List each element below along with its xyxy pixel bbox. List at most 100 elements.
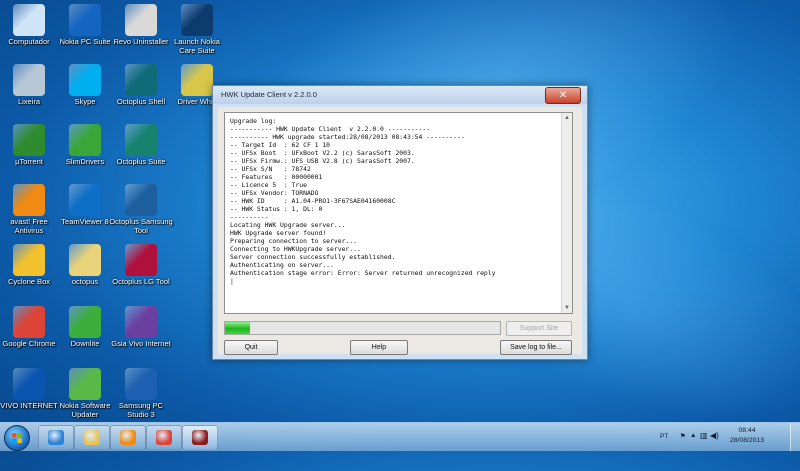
log-line: Server connection successfully establish… (230, 253, 396, 261)
desktop-icon-label: SlimDrivers (65, 157, 105, 166)
support-site-button[interactable]: Support Site (506, 321, 572, 336)
desktop-icon-computer[interactable]: Computador (0, 4, 61, 47)
desktop-icon-avast[interactable]: avast! Free Antivirus (0, 184, 61, 235)
window-titlebar[interactable]: HWK Update Client v 2.2.0.0 ✕ (213, 86, 587, 104)
cyclone-box-icon (13, 244, 45, 276)
octoplus-icon (125, 64, 157, 96)
log-scrollbar[interactable]: ▲ ▼ (561, 113, 572, 313)
desktop-icon-vivo-internet[interactable]: Gsia Vivo Internet (109, 306, 173, 349)
octoplus-icon (125, 244, 157, 276)
chrome-icon (13, 306, 45, 338)
desktop-icon-label: Downlite (70, 339, 100, 348)
log-line: Authenticating on server... (230, 261, 334, 269)
upgrade-log-text: Upgrade log: ----------- HWK Update Clien… (230, 117, 558, 285)
desktop-icon-nokia-care-suite[interactable]: Launch Nokia Care Suite (165, 4, 229, 55)
desktop-icon-label: Octoplus Shell (116, 97, 166, 106)
log-line: -- UFSx Boot : UFxBoot V2.2 (c) SarasSof… (230, 149, 415, 157)
taskbar-hwk-update-client-button[interactable] (182, 425, 218, 450)
avast-icon (13, 184, 45, 216)
folder-icon (69, 244, 101, 276)
recycle-bin-icon (13, 64, 45, 96)
scroll-down-arrow-icon[interactable]: ▼ (562, 303, 572, 313)
vivo-internet-icon (125, 306, 157, 338)
desktop-icon-label: avast! Free Antivirus (10, 217, 48, 235)
driver-whiz-icon (181, 64, 213, 96)
log-line: Connecting to HWKUpgrade server... (230, 245, 361, 253)
hwk-update-client-window: HWK Update Client v 2.2.0.0 ✕ Upgrade lo… (212, 85, 588, 360)
log-line: -- Target Id : 62 CF 1 10 (230, 141, 331, 149)
desktop-icon-chrome[interactable]: Google Chrome (0, 306, 61, 349)
clock-date: 28/08/2013 (729, 437, 765, 444)
ie-icon (48, 430, 64, 445)
desktop-icon-vivo[interactable]: VIVO INTERNET (0, 368, 61, 411)
desktop-icon-cyclone-box[interactable]: Cyclone Box (0, 244, 61, 287)
show-desktop-button[interactable] (790, 423, 800, 451)
desktop-icon-folder[interactable]: octopus (53, 244, 117, 287)
desktop-icon-label: Cyclone Box (7, 277, 51, 286)
help-button[interactable]: Help (350, 340, 408, 355)
samsung-pc-studio-icon (125, 368, 157, 400)
volume-icon[interactable]: ◀) (710, 431, 719, 440)
desktop-icon-samsung-pc-studio[interactable]: Samsung PC Studio 3 (109, 368, 173, 419)
taskbar-media-player-button[interactable] (110, 425, 146, 450)
teamviewer-icon (69, 184, 101, 216)
desktop-icon-nokia-pc-suite[interactable]: Nokia PC Suite (53, 4, 117, 47)
revo-uninstaller-icon (125, 4, 157, 36)
close-window-button[interactable]: ✕ (545, 87, 581, 104)
taskbar: PT ⚑ ▲ ▥ ◀) 08:44 28/08/2013 (0, 422, 800, 451)
nokia-pc-suite-icon (69, 4, 101, 36)
desktop-icon-octoplus[interactable]: Octoplus LG Tool (109, 244, 173, 287)
computer-icon (13, 4, 45, 36)
media-player-icon (120, 430, 136, 445)
tray-flag-icon[interactable]: ⚑ (680, 432, 686, 440)
desktop-icon-octoplus[interactable]: Octoplus Samsung Tool (109, 184, 173, 235)
desktop-icon-label: Octoplus LG Tool (112, 277, 170, 286)
log-line: Locating HWK Upgrade server... (230, 221, 346, 229)
log-line: Upgrade log: (230, 117, 277, 125)
octoplus-icon (125, 184, 157, 216)
window-title: HWK Update Client v 2.2.0.0 (221, 90, 317, 99)
desktop-icon-octoplus[interactable]: Octoplus Shell (109, 64, 173, 107)
close-icon: ✕ (558, 90, 568, 101)
language-indicator[interactable]: PT (660, 433, 668, 440)
slimdrivers-icon (69, 124, 101, 156)
utorrent-icon (13, 124, 45, 156)
desktop-icon-downlite[interactable]: Downlite (53, 306, 117, 349)
scroll-up-arrow-icon[interactable]: ▲ (562, 113, 572, 123)
desktop-icon-label: Computador (8, 37, 50, 46)
log-line: -- Licence 5 : True (230, 181, 307, 189)
taskbar-chrome-button[interactable] (146, 425, 182, 450)
log-line: -- UFSx S/N : 78742 (230, 165, 311, 173)
taskbar-file-explorer-button[interactable] (74, 425, 110, 450)
save-log-button[interactable]: Save log to file... (500, 340, 572, 355)
log-line: HWK Upgrade server found! (230, 229, 327, 237)
upgrade-log-textbox[interactable]: Upgrade log: ----------- HWK Update Clien… (224, 112, 573, 314)
desktop-icon-teamviewer[interactable]: TeamViewer 8 (53, 184, 117, 227)
log-line: -- UFSx Vendor: TORNADO (230, 189, 319, 197)
desktop-icon-recycle-bin[interactable]: Lixeira (0, 64, 61, 107)
desktop-icon-label: µTorrent (15, 157, 43, 166)
quit-button[interactable]: Quit (224, 340, 278, 355)
desktop-icon-label: VIVO INTERNET (0, 401, 58, 410)
desktop-icon-slimdrivers[interactable]: SlimDrivers (53, 124, 117, 167)
desktop-icon-skype[interactable]: Skype (53, 64, 117, 107)
desktop-icon-octoplus[interactable]: Octoplus Suite (109, 124, 173, 167)
octoplus-icon (125, 124, 157, 156)
system-clock[interactable]: 08:44 28/08/2013 (722, 426, 772, 446)
tray-arrow-icon[interactable]: ▲ (690, 432, 696, 439)
network-icon[interactable]: ▥ (700, 431, 708, 440)
desktop-icon-label: Lixeira (17, 97, 41, 106)
desktop-icon-label: Samsung PC Studio 3 (118, 401, 164, 419)
log-line: ----------- HWK Update Client v 2.2.0.0 … (230, 125, 431, 133)
desktop-icon-nokia-software-updater[interactable]: Nokia Software Updater (53, 368, 117, 419)
desktop-icon-label: Skype (74, 97, 96, 106)
desktop-icon-label: Nokia PC Suite (59, 37, 111, 46)
desktop-icon-utorrent[interactable]: µTorrent (0, 124, 61, 167)
text-cursor: | (230, 277, 234, 285)
desktop-icon-revo-uninstaller[interactable]: Revo Uninstaller (109, 4, 173, 47)
desktop-icon-label: Launch Nokia Care Suite (174, 37, 220, 55)
start-button[interactable] (4, 425, 30, 451)
folder-icon (84, 430, 100, 445)
taskbar-internet-explorer-button[interactable] (38, 425, 74, 450)
downlite-icon (69, 306, 101, 338)
